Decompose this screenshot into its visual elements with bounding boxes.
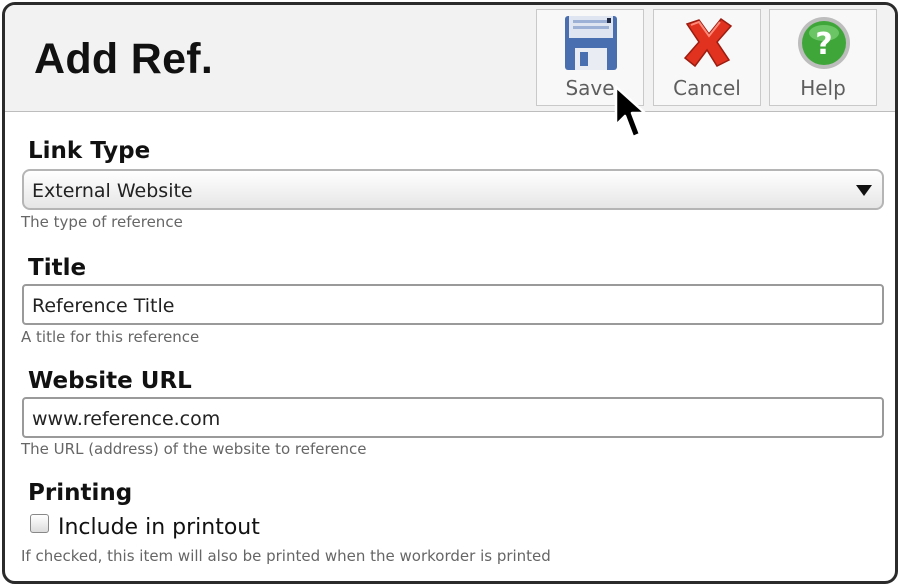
help-button-label: Help xyxy=(800,76,846,100)
mouse-cursor-icon xyxy=(614,85,647,139)
printing-label: Printing xyxy=(28,480,133,506)
dialog-header: Add Ref. Save Cancel ? Help xyxy=(5,5,895,112)
page-title: Add Ref. xyxy=(34,35,214,83)
link-type-hint: The type of reference xyxy=(21,213,183,231)
svg-text:?: ? xyxy=(815,27,832,62)
website-url-hint: The URL (address) of the website to refe… xyxy=(21,440,367,458)
printing-hint: If checked, this item will also be print… xyxy=(21,547,551,565)
title-input[interactable]: Reference Title xyxy=(22,284,884,325)
include-printout-checkbox[interactable] xyxy=(30,514,49,533)
dialog-frame: Add Ref. Save Cancel ? Help Link Type Ex… xyxy=(2,2,898,584)
help-button[interactable]: ? Help xyxy=(769,9,877,106)
link-type-value: External Website xyxy=(32,180,193,202)
link-type-select[interactable]: External Website xyxy=(22,169,884,210)
dropdown-arrow-icon xyxy=(856,185,872,196)
title-hint: A title for this reference xyxy=(21,328,200,346)
website-url-label: Website URL xyxy=(28,368,192,394)
title-label: Title xyxy=(28,255,87,281)
floppy-disk-icon xyxy=(565,16,617,70)
website-url-input[interactable]: www.reference.com xyxy=(22,397,884,438)
include-printout-label[interactable]: Include in printout xyxy=(58,515,260,540)
red-x-icon xyxy=(683,17,733,68)
cancel-button-label: Cancel xyxy=(673,76,741,100)
title-input-value: Reference Title xyxy=(32,295,175,317)
website-url-value: www.reference.com xyxy=(32,408,221,430)
green-question-icon: ? xyxy=(798,17,850,69)
link-type-label: Link Type xyxy=(28,138,151,164)
cancel-button[interactable]: Cancel xyxy=(653,9,761,106)
